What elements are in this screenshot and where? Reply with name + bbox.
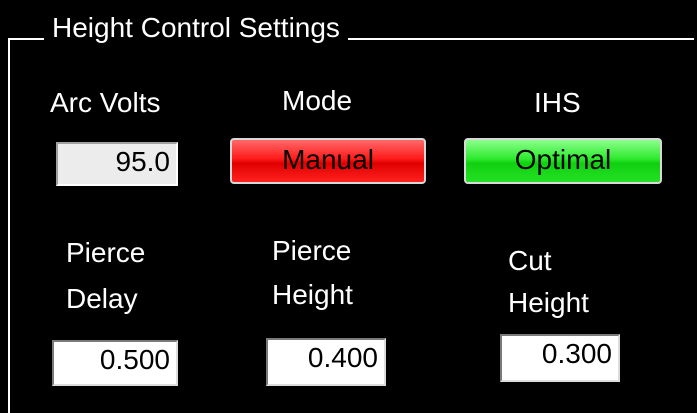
cut-height-label-line1: Cut (508, 245, 552, 276)
pierce-height-label-line1: Pierce (272, 235, 352, 266)
arc-volts-readout: 95.0 (56, 142, 178, 186)
arc-volts-label: Arc Volts (50, 87, 161, 118)
pierce-height-label-line2: Height (272, 279, 353, 310)
ihs-label: IHS (534, 87, 581, 118)
group-title: Height Control Settings (44, 6, 348, 50)
mode-label: Mode (282, 85, 353, 116)
pierce-delay-label-line1: Pierce (66, 237, 146, 268)
cut-height-label-line2: Height (508, 287, 589, 318)
ihs-toggle-button[interactable]: Optimal (464, 138, 662, 184)
pierce-delay-input[interactable]: 0.500 (52, 340, 178, 386)
pierce-height-input[interactable]: 0.400 (266, 338, 386, 386)
mode-toggle-button[interactable]: Manual (230, 138, 426, 184)
cut-height-input[interactable]: 0.300 (500, 334, 620, 382)
pierce-delay-label-line2: Delay (66, 283, 138, 314)
